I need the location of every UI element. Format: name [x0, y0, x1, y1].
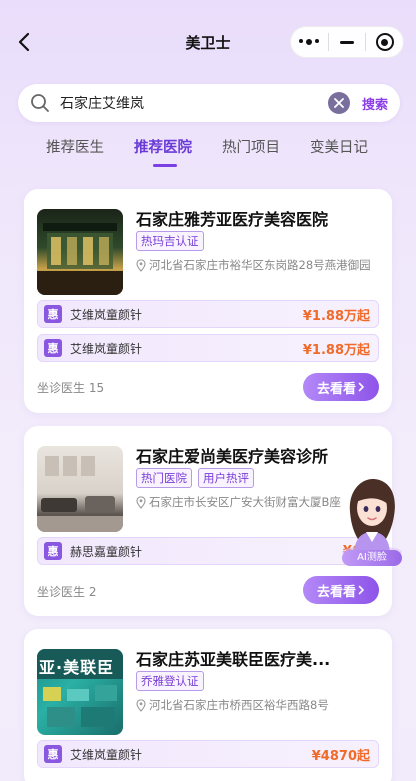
project-row[interactable]: 惠 艾维岚童颜针 ¥1.88万起 [37, 300, 379, 328]
hospital-address: 河北省石家庄市裕华区东岗路28号燕港御园 [136, 257, 382, 273]
close-target-icon[interactable] [366, 27, 403, 57]
project-row[interactable]: 惠 艾维岚童颜针 ¥4870起 [37, 740, 379, 768]
certification-tag: 热玛吉认证 [136, 231, 204, 251]
doctor-count: 坐诊医生 2 [37, 585, 97, 599]
hospital-card[interactable]: 亚·美联臣 石家庄苏亚美联臣医疗美... 乔雅登认证 河北省石家庄市桥西区裕华西… [24, 629, 392, 781]
project-name: 艾维岚童颜针 [70, 307, 143, 322]
user-review-tag: 用户热评 [198, 468, 254, 488]
tab-recommended-doctors[interactable]: 推荐医生 [46, 136, 104, 157]
hospital-image [37, 446, 123, 532]
location-pin-icon [136, 258, 146, 272]
button-label: 去看看 [316, 381, 356, 397]
doctor-count: 坐诊医生 15 [37, 381, 105, 395]
discount-badge: 惠 [44, 542, 62, 560]
active-tab-indicator [153, 164, 177, 167]
discount-badge: 惠 [44, 339, 62, 357]
view-hospital-button[interactable]: 去看看 [303, 373, 379, 401]
search-icon [30, 93, 50, 113]
chevron-right-icon [358, 585, 365, 595]
category-tabs: 推荐医生 推荐医院 热门项目 变美日记 [0, 136, 416, 168]
ai-avatar-icon [342, 478, 402, 558]
project-name: 艾维岚童颜针 [70, 747, 143, 762]
project-name: 赫思嘉童颜针 [70, 544, 143, 559]
ai-face-test-button[interactable]: AI测脸 [336, 472, 408, 568]
button-label: 去看看 [316, 584, 356, 600]
hospital-address: 河北省石家庄市桥西区裕华西路8号 [136, 697, 382, 713]
project-price: ¥4870起 [311, 748, 370, 764]
hospital-image [37, 209, 123, 295]
hospital-tags: 热玛吉认证 [136, 231, 204, 251]
ai-label: AI测脸 [342, 550, 402, 566]
hospital-name: 石家庄苏亚美联臣医疗美... [136, 650, 331, 669]
hospital-tags: 热门医院 用户热评 [136, 468, 254, 488]
hospital-name: 石家庄爱尚美医疗美容诊所 [136, 447, 329, 466]
search-button[interactable]: 搜索 [362, 94, 388, 113]
tab-hot-projects[interactable]: 热门项目 [222, 136, 280, 157]
nav-bar: 美卫士 [0, 0, 416, 84]
address-text: 石家庄市长安区广安大街财富大厦B座 [149, 495, 341, 509]
search-bar: 搜索 [18, 84, 400, 122]
location-pin-icon [136, 495, 146, 509]
hospital-image: 亚·美联臣 [37, 649, 123, 735]
project-row[interactable]: 惠 艾维岚童颜针 ¥1.88万起 [37, 334, 379, 362]
discount-badge: 惠 [44, 305, 62, 323]
search-input[interactable] [60, 95, 328, 111]
project-row[interactable]: 惠 赫思嘉童颜针 ¥64 [37, 537, 379, 565]
location-pin-icon [136, 698, 146, 712]
address-text: 河北省石家庄市裕华区东岗路28号燕港御园 [149, 258, 371, 272]
view-hospital-button[interactable]: 去看看 [303, 576, 379, 604]
tab-recommended-hospitals[interactable]: 推荐医院 [134, 136, 192, 157]
more-icon[interactable] [291, 27, 328, 57]
project-name: 艾维岚童颜针 [70, 341, 143, 356]
hospital-card[interactable]: 石家庄雅芳亚医疗美容医院 热玛吉认证 河北省石家庄市裕华区东岗路28号燕港御园 … [24, 189, 392, 413]
chevron-right-icon [358, 382, 365, 392]
hospital-tags: 乔雅登认证 [136, 671, 204, 691]
hot-hospital-tag: 热门医院 [136, 468, 192, 488]
discount-badge: 惠 [44, 745, 62, 763]
certification-tag: 乔雅登认证 [136, 671, 204, 691]
project-price: ¥1.88万起 [302, 342, 370, 358]
tab-beauty-diary[interactable]: 变美日记 [310, 136, 368, 157]
project-price: ¥1.88万起 [302, 308, 370, 324]
minimize-icon[interactable] [329, 27, 366, 57]
mini-program-capsule [290, 26, 404, 58]
address-text: 河北省石家庄市桥西区裕华西路8号 [149, 698, 329, 712]
clear-icon[interactable] [327, 92, 350, 114]
hospital-sign-text: 亚·美联臣 [39, 658, 115, 677]
hospital-name: 石家庄雅芳亚医疗美容医院 [136, 210, 329, 229]
